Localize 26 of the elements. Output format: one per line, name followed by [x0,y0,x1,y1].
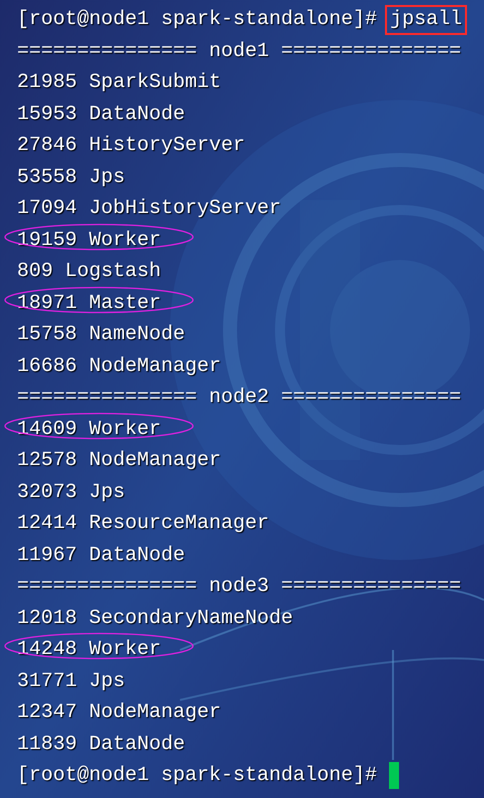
process-entry: 15953 DataNode [17,102,186,126]
process-entry: 12578 NodeManager [17,449,222,473]
node-separator: =============== node3 =============== [17,575,462,599]
process-entry: 12414 ResourceManager [17,512,270,536]
process-entry: 12018 SecondaryNameNode [17,606,294,630]
process-entry: 53558 Jps [17,166,126,190]
process-entry: 19159 Worker [17,228,162,252]
process-entry: 14609 Worker [17,418,162,442]
process-entry: 27846 HistoryServer [17,134,246,158]
process-entry: 16686 NodeManager [17,354,222,378]
process-entry: 12347 NodeManager [17,701,222,725]
process-entry: 17094 JobHistoryServer [17,197,282,221]
process-entry: 809 Logstash [17,260,162,284]
shell-prompt: [root@node1 spark-standalone]# [17,764,378,788]
command-text: jpsall [385,4,468,35]
process-entry: 21985 SparkSubmit [17,71,222,95]
process-entry: 31771 Jps [17,670,126,694]
node-separator: =============== node1 =============== [17,40,462,64]
process-entry: 11839 DataNode [17,732,186,756]
process-entry: 14248 Worker [17,638,162,662]
process-entry: 11967 DataNode [17,544,186,568]
node-separator: =============== node2 =============== [17,386,462,410]
process-entry: 32073 Jps [17,480,126,504]
shell-prompt: [root@node1 spark-standalone]# [17,8,378,32]
process-entry: 18971 Master [17,292,162,316]
process-entry: 15758 NameNode [17,323,186,347]
